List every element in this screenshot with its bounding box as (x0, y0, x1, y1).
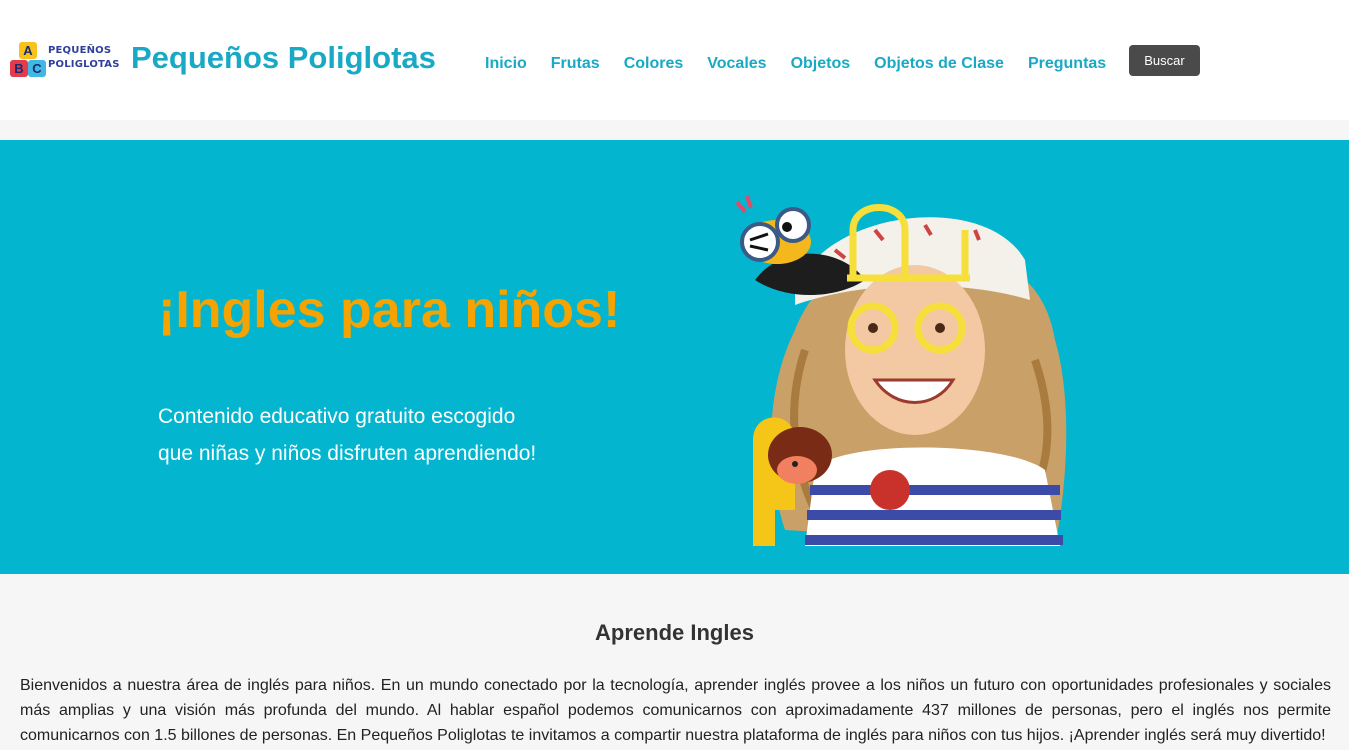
logo-block-b: B (10, 60, 28, 77)
search-button[interactable]: Buscar (1129, 45, 1200, 76)
section-title: Aprende Ingles (595, 620, 754, 645)
hero-subtitle-line1: Contenido educativo gratuito escogido (158, 405, 516, 428)
nav-vocales[interactable]: Vocales (707, 55, 766, 73)
logo-block-c: C (28, 60, 46, 77)
main-nav: Inicio Frutas Colores Vocales Objetos Ob… (485, 55, 1130, 73)
logo-text-line1: PEQUEÑOS (48, 45, 112, 56)
site-title[interactable]: Pequeños Poliglotas (131, 40, 436, 76)
hero-child-illustration (735, 195, 1067, 546)
hero-title: ¡Ingles para niños! (158, 281, 621, 339)
hero-subtitle: Contenido educativo gratuito escogido qu… (158, 398, 638, 472)
site-logo[interactable]: A B C PEQUEÑOS POLIGLOTAS (10, 40, 119, 78)
logo-block-a: A (19, 42, 37, 59)
nav-inicio[interactable]: Inicio (485, 55, 527, 73)
nav-objetos-de-clase[interactable]: Objetos de Clase (874, 55, 1004, 73)
logo-text-line2: POLIGLOTAS (48, 59, 120, 70)
nav-preguntas[interactable]: Preguntas (1028, 55, 1106, 73)
nav-colores[interactable]: Colores (624, 55, 684, 73)
hero-banner: ¡Ingles para niños! Contenido educativo … (0, 140, 1349, 574)
nav-frutas[interactable]: Frutas (551, 55, 600, 73)
intro-paragraph: Bienvenidos a nuestra área de inglés par… (20, 677, 1331, 744)
site-header: A B C PEQUEÑOS POLIGLOTAS Pequeños Polig… (0, 0, 1349, 120)
logo-text: PEQUEÑOS POLIGLOTAS (48, 44, 120, 72)
nav-objetos[interactable]: Objetos (791, 55, 851, 73)
hero-subtitle-line2: que niñas y niños disfruten aprendiendo! (158, 442, 537, 465)
